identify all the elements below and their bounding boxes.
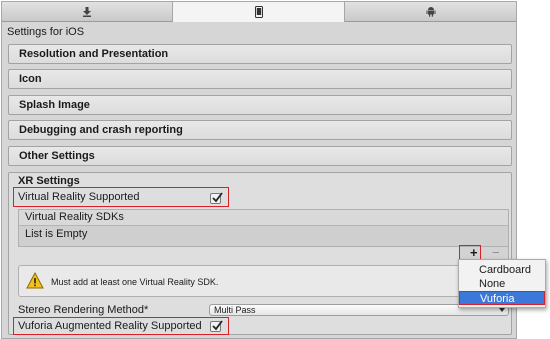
vr-sdk-list-title: Virtual Reality SDKs [25,211,124,223]
vr-sdk-list-empty: List is Empty [25,228,88,240]
settings-title: Settings for iOS [7,26,85,38]
section-label: Resolution and Presentation [19,48,169,60]
platform-tab-bar [2,2,516,22]
player-settings-panel: Settings for iOS Resolution and Presenta… [1,1,517,339]
section-label: Debugging and crash reporting [19,124,183,136]
checkmark-icon [212,192,223,203]
vuforia-supported-label: Vuforia Augmented Reality Supported [18,320,202,332]
tab-standalone[interactable] [2,2,173,21]
tab-android[interactable] [345,2,516,21]
android-icon [426,7,435,17]
xr-settings-title[interactable]: XR Settings [18,175,80,187]
warning-text: Must add at least one Virtual Reality SD… [51,277,219,287]
section-icon[interactable]: Icon [8,69,512,89]
popup-item-vuforia[interactable]: Vuforia [459,291,545,305]
remove-button[interactable]: − [492,245,500,260]
checkmark-icon [212,320,223,331]
stereo-rendering-label: Stereo Rendering Method* [18,304,149,316]
popup-item-none[interactable]: None [459,277,545,291]
vr-supported-checkbox[interactable] [210,192,223,204]
section-resolution-presentation[interactable]: Resolution and Presentation [8,44,512,64]
section-debugging[interactable]: Debugging and crash reporting [8,120,512,140]
stereo-rendering-value: Multi Pass [214,305,256,315]
section-label: Icon [19,73,42,85]
section-splash-image[interactable]: Splash Image [8,95,512,115]
vuforia-supported-checkbox[interactable] [210,320,223,332]
download-arrow-icon [83,6,91,17]
section-label: Other Settings [19,150,95,162]
vr-sdk-list: Virtual Reality SDKs List is Empty [18,209,509,247]
section-label: Splash Image [19,99,90,111]
sdk-popup-menu: Cardboard None Vuforia [458,259,546,308]
warning-icon [26,272,44,289]
popup-item-cardboard[interactable]: Cardboard [459,263,545,277]
vr-supported-label: Virtual Reality Supported [18,191,140,203]
tab-ios[interactable] [173,2,345,22]
mobile-phone-icon [254,6,263,18]
warning-box: Must add at least one Virtual Reality SD… [18,265,509,297]
vr-sdk-list-header: Virtual Reality SDKs [19,210,508,226]
section-other-settings[interactable]: Other Settings [8,146,512,166]
